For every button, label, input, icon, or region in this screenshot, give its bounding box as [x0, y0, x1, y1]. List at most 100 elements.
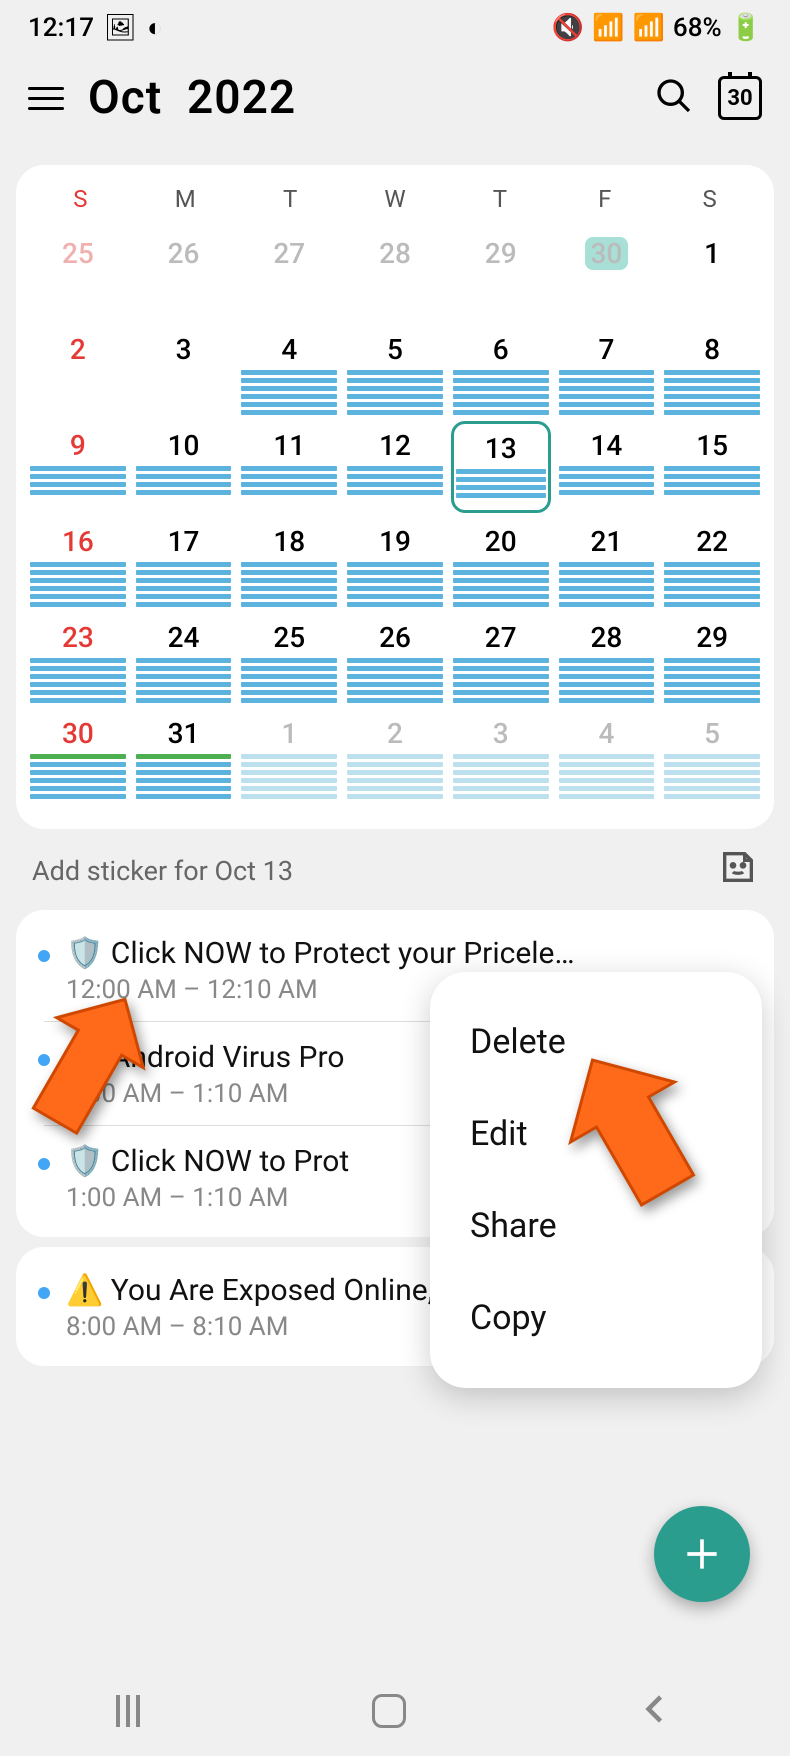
day-cell[interactable]: 4 — [239, 325, 339, 417]
day-number: 2 — [345, 717, 445, 750]
menu-item-copy[interactable]: Copy — [430, 1272, 762, 1364]
sticker-icon[interactable] — [718, 847, 758, 894]
month-title[interactable]: Oct 2022 — [88, 71, 630, 125]
day-cell[interactable]: 2 — [345, 709, 445, 801]
tutorial-arrow-1 — [20, 980, 160, 1140]
weekday-header: S — [28, 185, 133, 213]
event-title: 🛡️ Click NOW to Prot — [66, 1144, 406, 1179]
weekday-header: W — [343, 185, 448, 213]
menu-button[interactable] — [28, 87, 64, 110]
battery-text: 68% — [673, 13, 722, 43]
day-number: 15 — [662, 429, 762, 462]
day-number: 9 — [28, 429, 128, 462]
day-number: 29 — [662, 621, 762, 654]
add-sticker-row[interactable]: Add sticker for Oct 13 — [0, 829, 790, 900]
day-number: 13 — [454, 432, 548, 465]
nav-bar — [0, 1666, 790, 1756]
day-cell[interactable]: 27 — [239, 229, 339, 321]
day-cell[interactable]: 11 — [239, 421, 339, 513]
day-cell[interactable]: 18 — [239, 517, 339, 609]
add-event-fab[interactable] — [654, 1506, 750, 1602]
day-number: 18 — [239, 525, 339, 558]
day-number: 28 — [557, 621, 657, 654]
day-number: 6 — [451, 333, 551, 366]
mute-icon: 🔇 — [552, 13, 584, 43]
day-cell[interactable]: 22 — [662, 517, 762, 609]
day-number: 1 — [662, 237, 762, 270]
day-cell[interactable]: 3 — [134, 325, 234, 417]
day-cell[interactable]: 15 — [662, 421, 762, 513]
day-cell[interactable]: 2 — [28, 325, 128, 417]
day-cell[interactable]: 12 — [345, 421, 445, 513]
day-number: 1 — [239, 717, 339, 750]
days-grid: 2526272829301234567891011121314151617181… — [28, 229, 762, 801]
day-number: 3 — [134, 333, 234, 366]
nav-home-button[interactable] — [372, 1694, 406, 1728]
day-number: 26 — [134, 237, 234, 270]
day-cell[interactable]: 5 — [662, 709, 762, 801]
day-number: 27 — [239, 237, 339, 270]
day-cell[interactable]: 8 — [662, 325, 762, 417]
day-number: 4 — [239, 333, 339, 366]
day-number: 23 — [28, 621, 128, 654]
sticker-label: Add sticker for Oct 13 — [32, 855, 293, 887]
event-dot — [38, 1287, 50, 1299]
weekday-headers: SMTWTFS — [28, 185, 762, 229]
day-cell[interactable]: 10 — [134, 421, 234, 513]
day-cell[interactable]: 13 — [451, 421, 551, 513]
day-cell[interactable]: 9 — [28, 421, 128, 513]
day-number: 10 — [134, 429, 234, 462]
day-number: 21 — [557, 525, 657, 558]
day-cell[interactable]: 21 — [557, 517, 657, 609]
nav-back-button[interactable] — [638, 1691, 674, 1731]
today-button[interactable]: 30 — [718, 76, 762, 120]
weekday-header: F — [552, 185, 657, 213]
day-cell[interactable]: 1 — [239, 709, 339, 801]
battery-icon: 🔋 — [730, 13, 762, 43]
weekday-header: T — [447, 185, 552, 213]
day-cell[interactable]: 30 — [28, 709, 128, 801]
day-cell[interactable]: 4 — [557, 709, 657, 801]
day-cell[interactable]: 31 — [134, 709, 234, 801]
day-cell[interactable]: 27 — [451, 613, 551, 705]
nav-recent-button[interactable] — [116, 1695, 140, 1727]
day-cell[interactable]: 30 — [557, 229, 657, 321]
day-cell[interactable]: 20 — [451, 517, 551, 609]
day-number: 29 — [451, 237, 551, 270]
day-cell[interactable]: 7 — [557, 325, 657, 417]
day-cell[interactable]: 28 — [557, 613, 657, 705]
calendar-card: SMTWTFS 25262728293012345678910111213141… — [16, 165, 774, 829]
event-dot — [38, 950, 50, 962]
day-number: 24 — [134, 621, 234, 654]
day-cell[interactable]: 17 — [134, 517, 234, 609]
day-cell[interactable]: 16 — [28, 517, 128, 609]
day-number: 5 — [662, 717, 762, 750]
day-number: 11 — [239, 429, 339, 462]
day-cell[interactable]: 14 — [557, 421, 657, 513]
day-number: 19 — [345, 525, 445, 558]
day-cell[interactable]: 29 — [451, 229, 551, 321]
day-cell[interactable]: 3 — [451, 709, 551, 801]
day-cell[interactable]: 19 — [345, 517, 445, 609]
day-number: 4 — [557, 717, 657, 750]
day-cell[interactable]: 25 — [239, 613, 339, 705]
search-button[interactable] — [654, 76, 694, 120]
day-cell[interactable]: 28 — [345, 229, 445, 321]
day-cell[interactable]: 5 — [345, 325, 445, 417]
day-cell[interactable]: 1 — [662, 229, 762, 321]
image-icon: 🖼 — [104, 13, 137, 43]
day-number: 8 — [662, 333, 762, 366]
day-number: 22 — [662, 525, 762, 558]
day-cell[interactable]: 26 — [134, 229, 234, 321]
day-cell[interactable]: 29 — [662, 613, 762, 705]
event-dot — [38, 1158, 50, 1170]
day-cell[interactable]: 26 — [345, 613, 445, 705]
day-cell[interactable]: 23 — [28, 613, 128, 705]
day-number: 25 — [28, 237, 128, 270]
day-cell[interactable]: 24 — [134, 613, 234, 705]
day-cell[interactable]: 6 — [451, 325, 551, 417]
day-number: 12 — [345, 429, 445, 462]
day-number: 26 — [345, 621, 445, 654]
day-cell[interactable]: 25 — [28, 229, 128, 321]
day-number: 28 — [345, 237, 445, 270]
